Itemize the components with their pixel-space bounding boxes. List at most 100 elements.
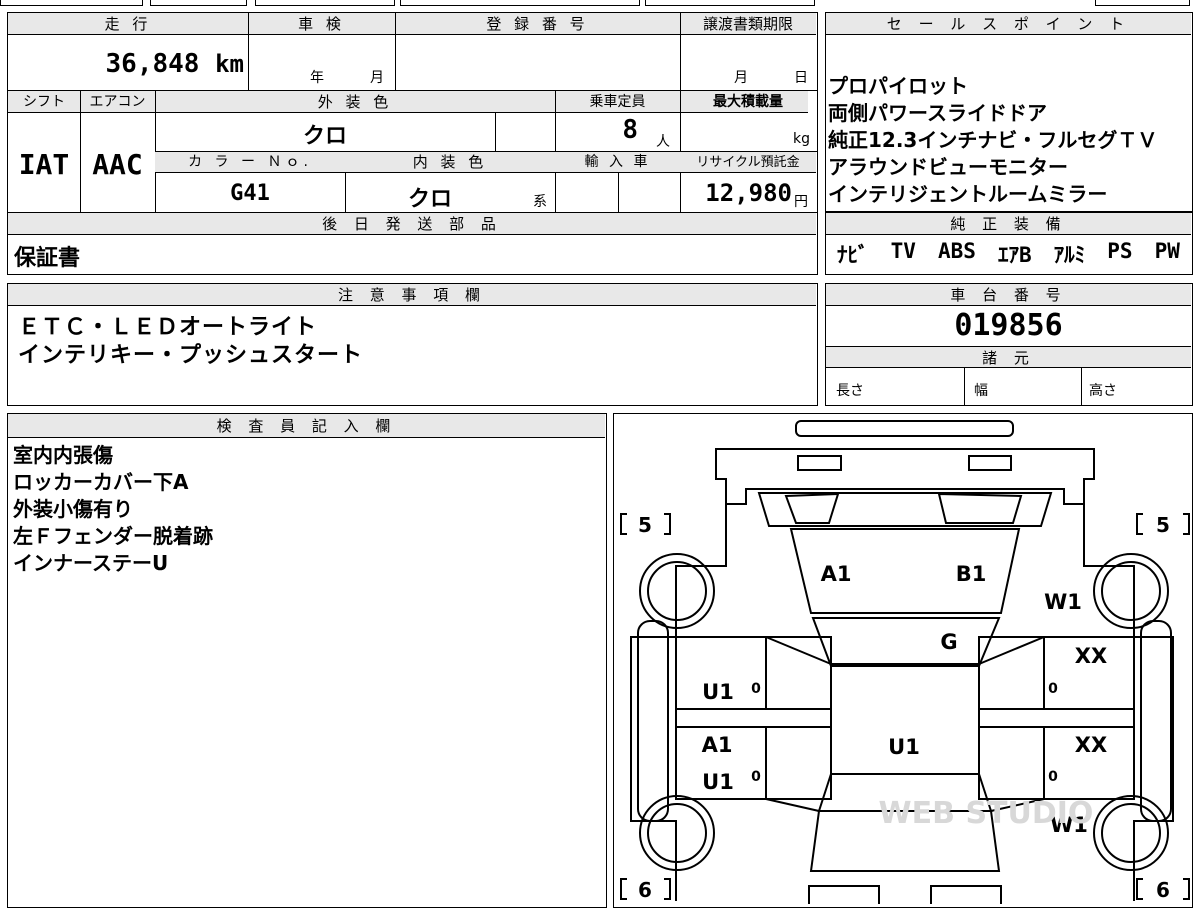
color-no-value: G41 — [230, 181, 270, 206]
interior-color-value: クロ — [407, 187, 452, 212]
front-bumper — [795, 420, 1014, 437]
inspection-year-label: 年 — [310, 70, 324, 86]
damage-mark-left-rear-door-2: U1 — [702, 770, 734, 794]
front-grille — [715, 448, 1095, 505]
equipment-item: ABS — [937, 239, 976, 263]
capacity-header: 乗車定員 — [589, 94, 646, 110]
left-front-panel — [765, 636, 832, 710]
wheel-front-right-inner — [1101, 561, 1161, 621]
sales-point-item: 純正12.3インチナビ・フルセグＴＶ — [828, 128, 1158, 152]
exterior-color-value: クロ — [302, 124, 347, 149]
damage-mark-left-front-door: U1 — [702, 680, 734, 704]
sales-points-panel: セ ー ル ス ポ イ ン ト プロパイロット 両側パワースライドドア 純正12… — [825, 12, 1193, 212]
windshield — [811, 617, 1001, 667]
interior-color-header: 内 装 色 — [412, 153, 488, 171]
exterior-color-header: 外 装 色 — [317, 93, 393, 111]
equipment-list: ﾅﾋﾞ TV ABS ｴｱB ｱﾙﾐ PS PW — [826, 239, 1191, 269]
divider — [395, 13, 396, 90]
sales-point-item: 両側パワースライドドア — [828, 101, 1047, 125]
rear-bumper-left — [808, 885, 880, 904]
damage-mark-front-right-wheel: W1 — [1044, 590, 1082, 614]
capacity-unit: 人 — [656, 134, 670, 150]
registration-header: 登 録 番 号 — [395, 13, 680, 35]
sales-points-list: プロパイロット 両側パワースライドドア 純正12.3インチナビ・フルセグＴＶ ア… — [828, 73, 1157, 208]
right-front-panel — [978, 636, 1045, 710]
recycle-header: リサイクル預託金 — [696, 155, 800, 170]
notes-list: ＥＴＣ・ＬＥＤオートライト インテリキー・プッシュスタート — [18, 314, 363, 370]
wheel-rear-right — [1093, 795, 1169, 871]
recycle-unit: 円 — [794, 194, 808, 210]
right-rear-panel — [978, 726, 1045, 800]
transfer-deadline-header: 譲渡書類期限 — [680, 13, 816, 35]
left-mirror-outline — [637, 620, 669, 822]
max-load-unit: kg — [793, 131, 810, 147]
top-edge-fragment — [645, 0, 815, 6]
tire-tread-front-left: 5 — [638, 513, 652, 537]
width-label: 幅 — [974, 383, 988, 399]
sales-point-item: アラウンドビューモニター — [828, 155, 1068, 179]
equipment-item: ｱﾙﾐ — [1053, 243, 1086, 267]
zero-mark: 0 — [751, 681, 761, 697]
notes-panel: 注 意 事 項 欄 ＥＴＣ・ＬＥＤオートライト インテリキー・プッシュスタート — [7, 283, 818, 406]
rear-bumper-right — [930, 885, 1002, 904]
zero-mark: 0 — [751, 769, 761, 785]
sales-point-item: プロパイロット — [828, 74, 968, 98]
sales-points-header: セ ー ル ス ポ イ ン ト — [826, 13, 1191, 35]
divider — [1081, 368, 1082, 405]
damage-mark-roof: U1 — [888, 735, 920, 759]
tire-tread-rear-right: 6 — [1156, 878, 1170, 902]
inspector-header: 検 査 員 記 入 欄 — [8, 414, 605, 438]
divider — [495, 113, 496, 151]
inspection-month-label: 月 — [370, 70, 384, 86]
equipment-item: PW — [1154, 239, 1180, 263]
damage-mark-windshield: G — [940, 630, 957, 654]
damage-mark-right-front-door: XX — [1075, 644, 1107, 668]
divider — [618, 173, 619, 212]
equipment-item: PS — [1107, 239, 1133, 263]
inspection-header: 車 検 — [248, 13, 395, 35]
transfer-month-label: 月 — [734, 70, 748, 86]
import-header: 輸 入 車 — [584, 154, 651, 170]
left-sill — [675, 708, 832, 728]
inspector-panel: 検 査 員 記 入 欄 室内内張傷 ロッカーカバー下A 外装小傷有り 左Ｆフェン… — [7, 413, 607, 908]
later-parts-value: 保証書 — [14, 246, 81, 271]
vehicle-damage-diagram: 5 5 6 6 A1 B1 W1 G XX U1 U1 A1 XX U1 W1 … — [613, 413, 1193, 908]
mileage-value: 36,848 km — [8, 49, 244, 79]
left-rear-panel — [765, 726, 832, 800]
wheel-rear-right-inner — [1101, 803, 1161, 863]
divider — [680, 13, 681, 90]
aircon-header: エアコン — [89, 94, 146, 110]
color-no-header: カ ラ ー Ｎｏ. — [188, 154, 312, 170]
zero-mark: 0 — [1048, 769, 1058, 785]
transfer-day-label: 日 — [794, 70, 808, 86]
inspector-line: 外装小傷有り — [13, 497, 133, 521]
recycle-value: 12,980 — [705, 179, 792, 207]
chassis-header: 車 台 番 号 — [826, 284, 1191, 306]
chassis-panel: 車 台 番 号 019856 諸 元 長さ 幅 高さ — [825, 283, 1193, 406]
equipment-item: ﾅﾋﾞ — [837, 243, 869, 267]
notes-header: 注 意 事 項 欄 — [8, 284, 816, 306]
mileage-number: 36,848 — [105, 49, 200, 79]
interior-color-suffix: 系 — [533, 194, 547, 210]
notes-line: インテリキー・プッシュスタート — [18, 343, 364, 368]
top-edge-fragment — [150, 0, 247, 6]
inspector-line: 左Ｆフェンダー脱着跡 — [13, 524, 213, 548]
headlight-right — [968, 455, 1012, 471]
tire-tread-front-right: 5 — [1156, 513, 1170, 537]
equipment-header: 純 正 装 備 — [826, 213, 1191, 235]
damage-mark-right-rear-door: XX — [1075, 733, 1107, 757]
right-mirror-outline — [1140, 620, 1172, 822]
shift-header: シフト — [23, 94, 65, 110]
mileage-header: 走 行 — [8, 13, 248, 35]
chassis-number: 019856 — [954, 308, 1063, 343]
front-lamps — [784, 492, 1023, 524]
top-edge-fragment — [400, 0, 640, 6]
later-parts-header: 後 日 発 送 部 品 — [8, 213, 816, 235]
length-label: 長さ — [836, 383, 864, 399]
zero-mark: 0 — [1048, 681, 1058, 697]
mileage-unit: km — [215, 50, 244, 78]
damage-mark-hood-left: A1 — [821, 562, 852, 586]
damage-mark-left-rear-door-1: A1 — [702, 733, 733, 757]
top-edge-fragment — [1095, 0, 1190, 6]
tire-tread-rear-left: 6 — [638, 878, 652, 902]
